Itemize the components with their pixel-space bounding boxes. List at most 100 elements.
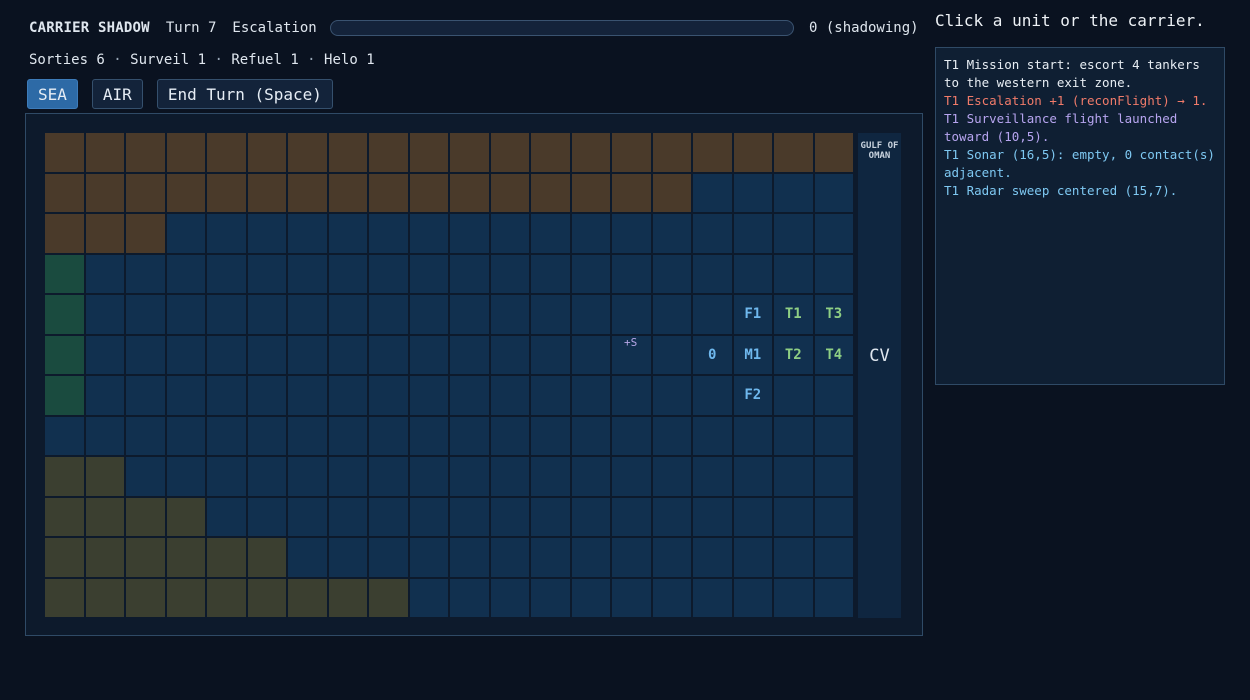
map-cell[interactable]: [84, 537, 125, 578]
map-cell[interactable]: [408, 213, 449, 254]
map-cell[interactable]: [449, 537, 490, 578]
map-cell[interactable]: [44, 496, 85, 537]
map-cell[interactable]: [449, 496, 490, 537]
map-cell[interactable]: [530, 456, 571, 497]
map-cell[interactable]: [570, 172, 611, 213]
map-cell[interactable]: [449, 213, 490, 254]
map-cell[interactable]: [368, 496, 409, 537]
map-cell[interactable]: [611, 415, 652, 456]
map-cell[interactable]: [732, 213, 773, 254]
map-cell[interactable]: [489, 375, 530, 416]
map-cell[interactable]: [408, 577, 449, 618]
map-cell[interactable]: [489, 172, 530, 213]
map-cell[interactable]: [530, 172, 571, 213]
map-cell[interactable]: [165, 537, 206, 578]
map-cell[interactable]: [813, 577, 854, 618]
air-mode-button[interactable]: AIR: [91, 79, 143, 109]
tanker-unit-t4[interactable]: T4: [814, 335, 855, 376]
map-cell[interactable]: [327, 294, 368, 335]
map-cell[interactable]: [570, 253, 611, 294]
map-cell[interactable]: [84, 577, 125, 618]
map-cell[interactable]: [611, 496, 652, 537]
tanker-unit-t3[interactable]: T3: [814, 294, 855, 335]
map-cell[interactable]: [692, 132, 733, 173]
map-cell[interactable]: [125, 172, 166, 213]
map-cell[interactable]: [570, 294, 611, 335]
map-cell[interactable]: [287, 132, 328, 173]
map-cell[interactable]: [408, 375, 449, 416]
map-cell[interactable]: [692, 415, 733, 456]
map-cell[interactable]: [368, 375, 409, 416]
map-cell[interactable]: [246, 132, 287, 173]
map-cell[interactable]: [732, 172, 773, 213]
map-cell[interactable]: [165, 496, 206, 537]
map-cell[interactable]: [530, 294, 571, 335]
map-cell[interactable]: [408, 415, 449, 456]
map-cell[interactable]: [449, 456, 490, 497]
map-cell[interactable]: [611, 577, 652, 618]
map-cell[interactable]: [368, 132, 409, 173]
map-cell[interactable]: [125, 537, 166, 578]
map-cell[interactable]: [449, 253, 490, 294]
map-cell[interactable]: [246, 496, 287, 537]
map-cell[interactable]: [530, 375, 571, 416]
map-cell[interactable]: [692, 172, 733, 213]
map-cell[interactable]: [165, 577, 206, 618]
map-cell[interactable]: [692, 294, 733, 335]
map-cell[interactable]: [287, 496, 328, 537]
map-cell[interactable]: [84, 172, 125, 213]
map-cell[interactable]: [449, 577, 490, 618]
map-cell[interactable]: [773, 537, 814, 578]
map-cell[interactable]: [449, 334, 490, 375]
map-cell[interactable]: [125, 213, 166, 254]
map-cell[interactable]: [327, 537, 368, 578]
map-cell[interactable]: [246, 253, 287, 294]
map-cell[interactable]: [732, 577, 773, 618]
map-cell[interactable]: [570, 456, 611, 497]
map-cell[interactable]: [327, 375, 368, 416]
map-cell[interactable]: [125, 577, 166, 618]
map-cell[interactable]: [125, 496, 166, 537]
map-cell[interactable]: [651, 537, 692, 578]
map-cell[interactable]: [611, 456, 652, 497]
map-cell[interactable]: [368, 334, 409, 375]
map-cell[interactable]: [651, 456, 692, 497]
map-cell[interactable]: [530, 132, 571, 173]
map-cell[interactable]: [206, 496, 247, 537]
map-cell[interactable]: [408, 172, 449, 213]
map-cell[interactable]: [651, 294, 692, 335]
map-cell[interactable]: [368, 456, 409, 497]
map-cell[interactable]: [84, 496, 125, 537]
map-cell[interactable]: [408, 334, 449, 375]
map-cell[interactable]: [327, 172, 368, 213]
map-cell[interactable]: [570, 415, 611, 456]
map-cell[interactable]: [773, 456, 814, 497]
map-cell[interactable]: [449, 415, 490, 456]
map-cell[interactable]: [651, 415, 692, 456]
map-cell[interactable]: [84, 132, 125, 173]
map-cell[interactable]: [44, 172, 85, 213]
map-cell[interactable]: [570, 213, 611, 254]
map-cell[interactable]: [489, 253, 530, 294]
map-cell[interactable]: [651, 213, 692, 254]
map-cell[interactable]: [692, 456, 733, 497]
map-cell[interactable]: [732, 415, 773, 456]
map-cell[interactable]: [368, 577, 409, 618]
map-cell[interactable]: [165, 253, 206, 294]
map-cell[interactable]: [489, 294, 530, 335]
map-cell[interactable]: [327, 456, 368, 497]
map-cell[interactable]: [327, 213, 368, 254]
map-cell[interactable]: [125, 375, 166, 416]
map-cell[interactable]: [327, 496, 368, 537]
map-cell[interactable]: [206, 132, 247, 173]
map-cell[interactable]: [206, 415, 247, 456]
map-cell[interactable]: [773, 496, 814, 537]
map-cell[interactable]: [651, 496, 692, 537]
end-turn-button[interactable]: End Turn (Space): [156, 79, 333, 109]
map-cell[interactable]: [287, 415, 328, 456]
map-cell[interactable]: [125, 334, 166, 375]
map-cell[interactable]: [489, 334, 530, 375]
map-cell[interactable]: [813, 456, 854, 497]
map-cell[interactable]: [570, 375, 611, 416]
fighter-unit-f2[interactable]: F2: [733, 375, 774, 416]
